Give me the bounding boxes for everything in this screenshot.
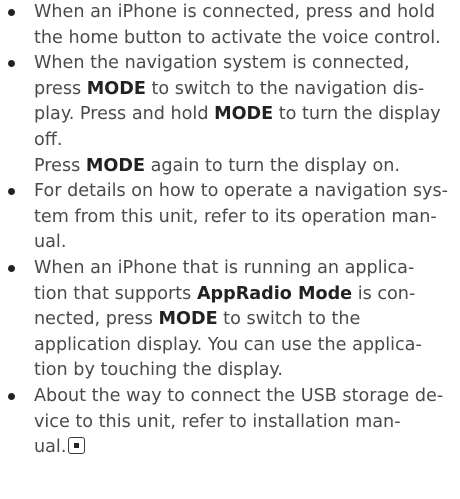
text-line: tion by touching the display. bbox=[34, 360, 283, 381]
mode-button-label: MODE bbox=[85, 155, 145, 176]
text-line: About the way to connect the USB storage… bbox=[34, 386, 444, 406]
text-line: tem from this unit, refer to its operati… bbox=[34, 206, 437, 227]
text-line: Press MODE again to turn the display on. bbox=[34, 154, 400, 180]
mode-button-label: MODE bbox=[158, 309, 218, 330]
manual-page: When an iPhone is connected, press and h… bbox=[0, 0, 460, 499]
text-line: ual. bbox=[34, 232, 67, 253]
text-fragment: nected, press bbox=[34, 309, 159, 330]
bullet-icon bbox=[8, 179, 18, 205]
bullet-icon bbox=[8, 256, 18, 282]
text-fragment: to switch to the bbox=[217, 309, 361, 330]
appradio-mode-label: AppRadio Mode bbox=[196, 283, 353, 304]
text-fragment: tion that supports bbox=[34, 283, 197, 304]
text-line: ual. bbox=[34, 435, 86, 461]
text-fragment: play. Press and hold bbox=[34, 104, 215, 125]
bullet-icon bbox=[8, 0, 18, 26]
text-fragment: press bbox=[34, 78, 87, 99]
text-line: play. Press and hold MODE to turn the di… bbox=[34, 102, 441, 128]
text-line: off. bbox=[34, 130, 63, 150]
text-line: nected, press MODE to switch to the bbox=[34, 307, 360, 333]
end-of-section-icon bbox=[68, 437, 86, 455]
text-fragment: to switch to the navigation dis- bbox=[145, 78, 425, 99]
mode-button-label: MODE bbox=[214, 104, 274, 125]
text-fragment: is con- bbox=[352, 283, 416, 304]
text-fragment: Press bbox=[34, 155, 86, 176]
text-fragment: ual. bbox=[34, 437, 67, 458]
text-line: When an iPhone that is running an applic… bbox=[34, 258, 415, 278]
text-fragment: to turn the display bbox=[273, 104, 441, 125]
text-line: press MODE to switch to the navigation d… bbox=[34, 77, 424, 103]
bullet-icon bbox=[8, 384, 18, 410]
text-line: tion that supports AppRadio Mode is con- bbox=[34, 282, 415, 308]
text-line: vice to this unit, refer to installation… bbox=[34, 411, 401, 432]
mode-button-label: MODE bbox=[86, 78, 146, 99]
text-line: application display. You can use the app… bbox=[34, 334, 422, 355]
bullet-icon bbox=[8, 51, 18, 77]
text-line: When the navigation system is connected, bbox=[34, 53, 410, 74]
text-fragment: again to turn the display on. bbox=[145, 155, 400, 176]
text-line: When an iPhone is connected, press and h… bbox=[34, 2, 436, 22]
text-line: For details on how to operate a navigati… bbox=[34, 181, 448, 202]
text-line: the home button to activate the voice co… bbox=[34, 27, 441, 48]
